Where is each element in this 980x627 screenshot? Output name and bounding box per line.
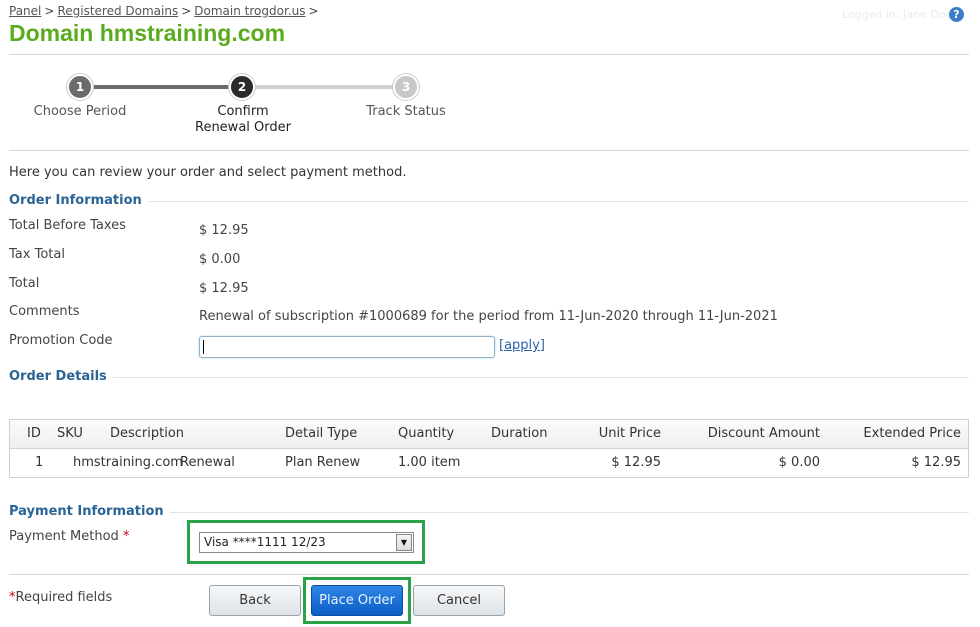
col-header-id: ID bbox=[27, 426, 41, 441]
col-header-discount-amount: Discount Amount bbox=[707, 426, 820, 441]
wizard-step-2-circle: 2 bbox=[229, 74, 255, 100]
order-details-title: Order Details bbox=[9, 369, 113, 384]
payment-method-label-text: Payment Method bbox=[9, 529, 119, 544]
wizard-line-complete bbox=[80, 85, 242, 89]
breadcrumb-separator: > bbox=[308, 4, 319, 18]
wizard-step-1-label: Choose Period bbox=[33, 104, 127, 119]
section-divider bbox=[9, 201, 969, 202]
order-details-table: ID SKU Description Detail Type Quantity … bbox=[9, 419, 969, 478]
payment-method-selected-value: Visa ****1111 12/23 bbox=[204, 535, 326, 549]
cell-extended-price: $ 12.95 bbox=[911, 455, 961, 470]
breadcrumb: Panel > Registered Domains > Domain trogdor.… bbox=[9, 4, 322, 18]
required-fields-note: *Required fields bbox=[9, 590, 112, 605]
breadcrumb-separator: > bbox=[44, 4, 55, 18]
col-header-detail-type: Detail Type bbox=[285, 426, 358, 441]
cell-unit-price: $ 12.95 bbox=[611, 455, 661, 470]
breadcrumb-domain-link[interactable]: Domain trogdor.us bbox=[194, 4, 305, 18]
order-information-title: Order Information bbox=[9, 193, 148, 208]
comments-label: Comments bbox=[9, 304, 80, 319]
payment-information-title: Payment Information bbox=[9, 504, 170, 519]
apply-promotion-link[interactable]: [apply] bbox=[499, 338, 545, 353]
col-header-quantity: Quantity bbox=[398, 426, 455, 441]
place-order-button[interactable]: Place Order bbox=[311, 585, 403, 616]
faint-header-text: Logged in: Jane Doe bbox=[842, 8, 953, 21]
col-header-sku: SKU bbox=[57, 426, 83, 441]
col-header-description: Description bbox=[110, 426, 185, 441]
wizard-divider bbox=[9, 150, 969, 151]
payment-method-label: Payment Method * bbox=[9, 529, 129, 544]
cell-description: Renewal bbox=[180, 455, 235, 470]
breadcrumb-panel-link[interactable]: Panel bbox=[9, 4, 41, 18]
col-header-unit-price: Unit Price bbox=[598, 426, 661, 441]
promotion-code-label: Promotion Code bbox=[9, 333, 113, 348]
section-divider bbox=[9, 377, 969, 378]
wizard-step-2-label: Confirm Renewal Order bbox=[195, 104, 291, 135]
wizard-step-3-circle: 3 bbox=[393, 74, 419, 100]
wizard-line-pending bbox=[242, 85, 406, 89]
cancel-button[interactable]: Cancel bbox=[413, 585, 505, 616]
promotion-code-input[interactable] bbox=[199, 336, 495, 358]
tax-total-value: $ 0.00 bbox=[199, 252, 241, 267]
intro-text: Here you can review your order and selec… bbox=[9, 165, 407, 180]
required-fields-text: Required fields bbox=[15, 590, 113, 605]
footer-divider bbox=[9, 574, 969, 575]
col-header-extended-price: Extended Price bbox=[863, 426, 961, 441]
tax-total-label: Tax Total bbox=[9, 247, 65, 262]
wizard-step-1-circle: 1 bbox=[67, 74, 93, 100]
wizard-step-3-label: Track Status bbox=[366, 104, 446, 119]
total-value: $ 12.95 bbox=[199, 281, 249, 296]
breadcrumb-registered-domains-link[interactable]: Registered Domains bbox=[57, 4, 178, 18]
back-button[interactable]: Back bbox=[209, 585, 301, 616]
total-before-taxes-label: Total Before Taxes bbox=[9, 218, 126, 233]
title-divider bbox=[9, 54, 969, 55]
cell-quantity: 1.00 item bbox=[398, 455, 461, 470]
cell-discount-amount: $ 0.00 bbox=[778, 455, 820, 470]
breadcrumb-separator: > bbox=[181, 4, 192, 18]
chevron-down-icon[interactable]: ▼ bbox=[396, 534, 412, 551]
required-star: * bbox=[122, 529, 130, 544]
help-icon[interactable]: ? bbox=[949, 7, 964, 22]
total-label: Total bbox=[9, 276, 40, 291]
cell-sku: hmstraining.com bbox=[73, 455, 183, 470]
col-header-duration: Duration bbox=[491, 426, 548, 441]
page-title: Domain hmstraining.com bbox=[9, 20, 286, 46]
cell-detail-type: Plan Renew bbox=[285, 455, 361, 470]
cell-id: 1 bbox=[35, 455, 44, 470]
total-before-taxes-value: $ 12.95 bbox=[199, 223, 249, 238]
comments-value: Renewal of subscription #1000689 for the… bbox=[199, 309, 778, 324]
text-cursor bbox=[203, 340, 204, 354]
payment-method-select[interactable]: Visa ****1111 12/23 ▼ bbox=[199, 532, 414, 553]
